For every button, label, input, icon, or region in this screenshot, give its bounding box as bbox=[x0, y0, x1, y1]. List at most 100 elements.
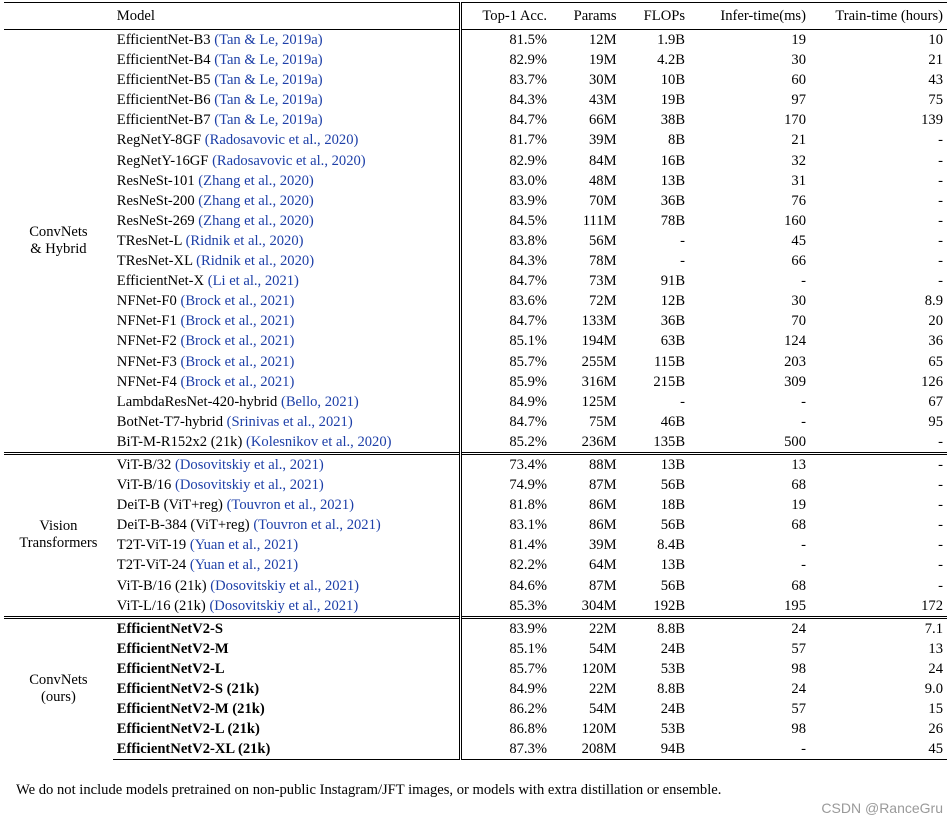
citation-link[interactable]: (Dosovitskiy et al., 2021) bbox=[210, 578, 359, 594]
citation-link[interactable]: (Ridnik et al., 2020) bbox=[196, 253, 314, 269]
params-cell: 12M bbox=[551, 29, 621, 51]
top1-cell: 73.4% bbox=[459, 451, 552, 476]
table-row: LambdaResNet-420-hybrid (Bello, 2021) 84.… bbox=[4, 391, 947, 412]
infer-time-cell: 31 bbox=[791, 172, 806, 189]
model-cell: EfficientNet-B7 (Tan & Le, 2019a) bbox=[113, 110, 461, 130]
model-cell: LambdaResNet-420-hybrid (Bello, 2021) bbox=[113, 392, 461, 412]
table-row: BiT-M-R152x2 (21k) (Kolesnikov et al., 2… bbox=[4, 431, 947, 454]
group-label: ConvNets & Hybrid bbox=[4, 29, 113, 454]
top1-cell: 85.1% bbox=[459, 331, 552, 352]
flops-cell: 8.4B bbox=[657, 537, 686, 554]
comparison-table: Model Top-1 Acc. Params FLOPs Infer-time… bbox=[4, 2, 947, 761]
citation-link[interactable]: (Dosovitskiy et al., 2021) bbox=[175, 457, 324, 473]
params-cell: 30M bbox=[588, 72, 617, 89]
citation-link[interactable]: (Zhang et al., 2020) bbox=[198, 213, 314, 229]
citation-link[interactable]: (Brock et al., 2021) bbox=[180, 374, 294, 390]
citation-link[interactable]: (Tan & Le, 2019a) bbox=[214, 92, 322, 108]
infer-time-cell: 500 bbox=[784, 433, 806, 450]
model-cell: NFNet-F4 (Brock et al., 2021) bbox=[113, 372, 461, 392]
train-time-cell: - bbox=[938, 577, 943, 594]
params-cell: 316M bbox=[581, 373, 617, 390]
top1-cell: 85.9% bbox=[459, 371, 552, 392]
flops-cell: 8.8B bbox=[620, 615, 690, 639]
citation-link[interactable]: (Radosavovic et al., 2020) bbox=[212, 153, 366, 169]
flops-cell: 4.2B bbox=[657, 52, 686, 69]
table-row: NFNet-F3 (Brock et al., 2021) 85.7% 255M 11… bbox=[4, 351, 947, 372]
model-name: BiT-M-R152x2 (21k) bbox=[116, 433, 243, 450]
top1-cell: 85.2% bbox=[459, 431, 552, 454]
top1-cell: 84.6% bbox=[459, 575, 552, 596]
train-time-cell: - bbox=[938, 433, 943, 450]
citation-link[interactable]: (Tan & Le, 2019a) bbox=[214, 52, 322, 68]
citation-link[interactable]: (Brock et al., 2021) bbox=[180, 313, 294, 329]
citation-link[interactable]: (Brock et al., 2021) bbox=[180, 293, 294, 309]
model-name: EfficientNetV2-S bbox=[116, 620, 223, 637]
flops-cell: 16B bbox=[660, 152, 686, 169]
train-time-cell: - bbox=[815, 451, 947, 476]
top1-cell: 84.5% bbox=[459, 210, 552, 231]
citation-link[interactable]: (Dosovitskiy et al., 2021) bbox=[175, 477, 324, 493]
citation-link[interactable]: (Zhang et al., 2020) bbox=[198, 193, 314, 209]
table-row: ResNeSt-101 (Zhang et al., 2020) 83.0% 48M… bbox=[4, 170, 947, 191]
infer-time-cell: 45 bbox=[791, 232, 806, 249]
model-name: EfficientNetV2-S (21k) bbox=[116, 681, 260, 697]
train-time-cell: - bbox=[938, 212, 943, 229]
citation-link[interactable]: (Bello, 2021) bbox=[281, 394, 359, 410]
model-name: BotNet-T7-hybrid bbox=[116, 413, 223, 430]
model-name: EfficientNet-B4 bbox=[116, 52, 211, 69]
citation-link[interactable]: (Zhang et al., 2020) bbox=[198, 173, 314, 189]
params-cell: 208M bbox=[551, 739, 621, 761]
citation-link[interactable]: (Kolesnikov et al., 2020) bbox=[246, 434, 392, 450]
infer-time-cell: 30 bbox=[791, 52, 806, 69]
model-cell: EfficientNet-B3 (Tan & Le, 2019a) bbox=[112, 29, 461, 51]
citation-link[interactable]: (Brock et al., 2021) bbox=[180, 333, 294, 349]
model-name: TResNet-L bbox=[116, 232, 182, 249]
citation-link[interactable]: (Tan & Le, 2019a) bbox=[214, 32, 322, 48]
model-cell: ResNeSt-101 (Zhang et al., 2020) bbox=[113, 171, 461, 191]
table-row: ResNeSt-269 (Zhang et al., 2020) 84.5% 111… bbox=[4, 210, 947, 231]
citation-link[interactable]: (Radosavovic et al., 2020) bbox=[205, 132, 359, 148]
footnote: We do not include models pretrained on n… bbox=[16, 782, 722, 798]
infer-time-cell: 30 bbox=[791, 293, 806, 310]
citation-link[interactable]: (Srinivas et al., 2021) bbox=[227, 414, 353, 430]
params-cell: 133M bbox=[581, 313, 617, 330]
model-cell: ResNeSt-269 (Zhang et al., 2020) bbox=[113, 211, 461, 231]
citation-link[interactable]: (Dosovitskiy et al., 2021) bbox=[209, 598, 358, 614]
top1-cell: 81.4% bbox=[459, 535, 552, 556]
citation-link[interactable]: (Li et al., 2021) bbox=[208, 273, 299, 289]
table-row: TResNet-L (Ridnik et al., 2020) 83.8% 56M -… bbox=[4, 230, 947, 252]
flops-cell: 56B bbox=[660, 477, 686, 494]
model-cell: EfficientNetV2-S (21k) bbox=[113, 679, 461, 699]
params-cell: 39M bbox=[588, 537, 617, 554]
citation-link[interactable]: (Tan & Le, 2019a) bbox=[214, 112, 322, 128]
flops-cell: 78B bbox=[660, 212, 686, 229]
params-cell: 73M bbox=[588, 273, 617, 290]
top1-cell: 84.3% bbox=[459, 90, 552, 111]
flops-cell: 135B bbox=[653, 433, 686, 450]
citation-link[interactable]: (Ridnik et al., 2020) bbox=[186, 233, 304, 249]
infer-time-cell: 32 bbox=[791, 152, 806, 169]
flops-cell: 8.8B bbox=[657, 681, 686, 697]
citation-link[interactable]: (Touvron et al., 2021) bbox=[227, 497, 354, 513]
citation-link[interactable]: (Brock et al., 2021) bbox=[180, 354, 294, 370]
model-name: EfficientNet-B5 bbox=[116, 72, 211, 89]
table-row: DeiT-B (ViT+reg) (Touvron et al., 2021) 8… bbox=[4, 495, 947, 516]
citation-link[interactable]: (Yuan et al., 2021) bbox=[190, 537, 298, 553]
infer-time-cell: - bbox=[801, 393, 806, 410]
train-time-cell: - bbox=[938, 273, 943, 290]
params-cell: 72M bbox=[588, 293, 617, 310]
flops-cell: 10B bbox=[660, 72, 686, 89]
model-name: ViT-B/16 bbox=[116, 477, 172, 494]
model-name: RegNetY-8GF bbox=[116, 132, 202, 149]
table-row: EfficientNetV2-L (21k) 86.8% 120M 53B 98 26 bbox=[4, 719, 947, 740]
citation-link[interactable]: (Yuan et al., 2021) bbox=[190, 557, 298, 573]
train-time-cell: 8.9 bbox=[924, 293, 943, 310]
top1-cell: 84.9% bbox=[459, 679, 552, 700]
top1-cell: 83.6% bbox=[459, 291, 552, 312]
citation-link[interactable]: (Touvron et al., 2021) bbox=[253, 517, 380, 533]
model-cell: NFNet-F0 (Brock et al., 2021) bbox=[113, 291, 461, 311]
infer-time-cell: - bbox=[801, 273, 806, 290]
infer-time-cell: 203 bbox=[784, 353, 806, 370]
citation-link[interactable]: (Tan & Le, 2019a) bbox=[214, 72, 322, 88]
train-time-cell: - bbox=[938, 232, 943, 249]
